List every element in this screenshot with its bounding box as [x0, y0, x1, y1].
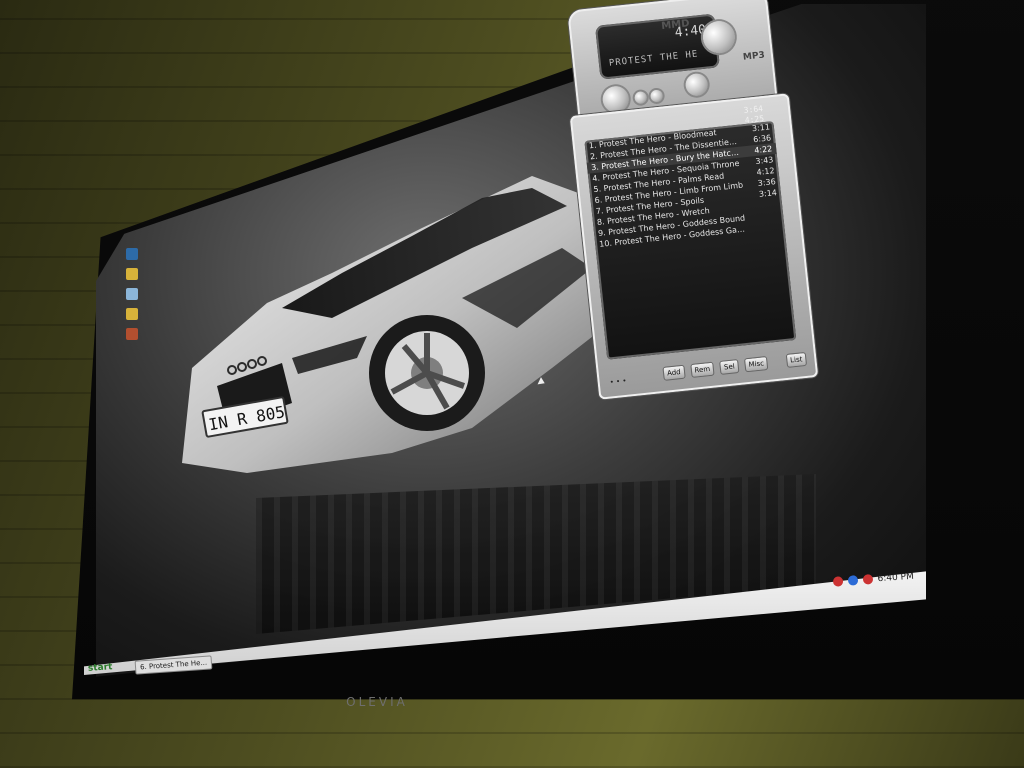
- tray-icon[interactable]: [832, 576, 844, 587]
- folder-icon[interactable]: [126, 308, 138, 320]
- car-wallpaper: IN R 805: [182, 176, 597, 473]
- desktop-icon-column: [122, 240, 152, 360]
- tray-icon[interactable]: [862, 574, 874, 585]
- playlist-buttons: Add Rem Sel Misc: [662, 355, 769, 381]
- playlist-footer-left: • • •: [609, 376, 627, 387]
- play-button[interactable]: [601, 84, 631, 114]
- winamp-display: MMD 4:40 PROTEST THE HE: [594, 13, 720, 80]
- monitor-brand: OLEVIA: [346, 695, 408, 709]
- select-button[interactable]: Sel: [719, 359, 740, 375]
- misc-button[interactable]: Misc: [743, 355, 769, 373]
- next-button[interactable]: [650, 89, 664, 103]
- recycle-bin-icon[interactable]: [126, 288, 138, 300]
- computer-icon[interactable]: [126, 248, 138, 260]
- list-button[interactable]: List: [785, 351, 808, 368]
- playlist-list[interactable]: 1. Protest The Hero - Bloodmeat 3:11 2. P…: [584, 121, 797, 360]
- winamp-track-title: PROTEST THE HE: [608, 49, 699, 69]
- add-button[interactable]: Add: [662, 364, 686, 381]
- folder-icon[interactable]: [126, 268, 138, 280]
- remove-button[interactable]: Rem: [689, 361, 715, 379]
- winamp-mp3-label: MP3: [742, 50, 766, 63]
- car-wheel: [369, 315, 485, 431]
- prev-button[interactable]: [634, 91, 648, 105]
- app-icon[interactable]: [126, 328, 138, 340]
- winamp-window: MMD 4:40 PROTEST THE HE MP3 3:64 4:25 1.…: [567, 0, 819, 400]
- tray-icon[interactable]: [847, 575, 859, 586]
- winamp-playlist: 3:64 4:25 1. Protest The Hero - Bloodmea…: [569, 93, 819, 400]
- balance-knob[interactable]: [684, 72, 709, 97]
- start-button[interactable]: start: [88, 662, 113, 674]
